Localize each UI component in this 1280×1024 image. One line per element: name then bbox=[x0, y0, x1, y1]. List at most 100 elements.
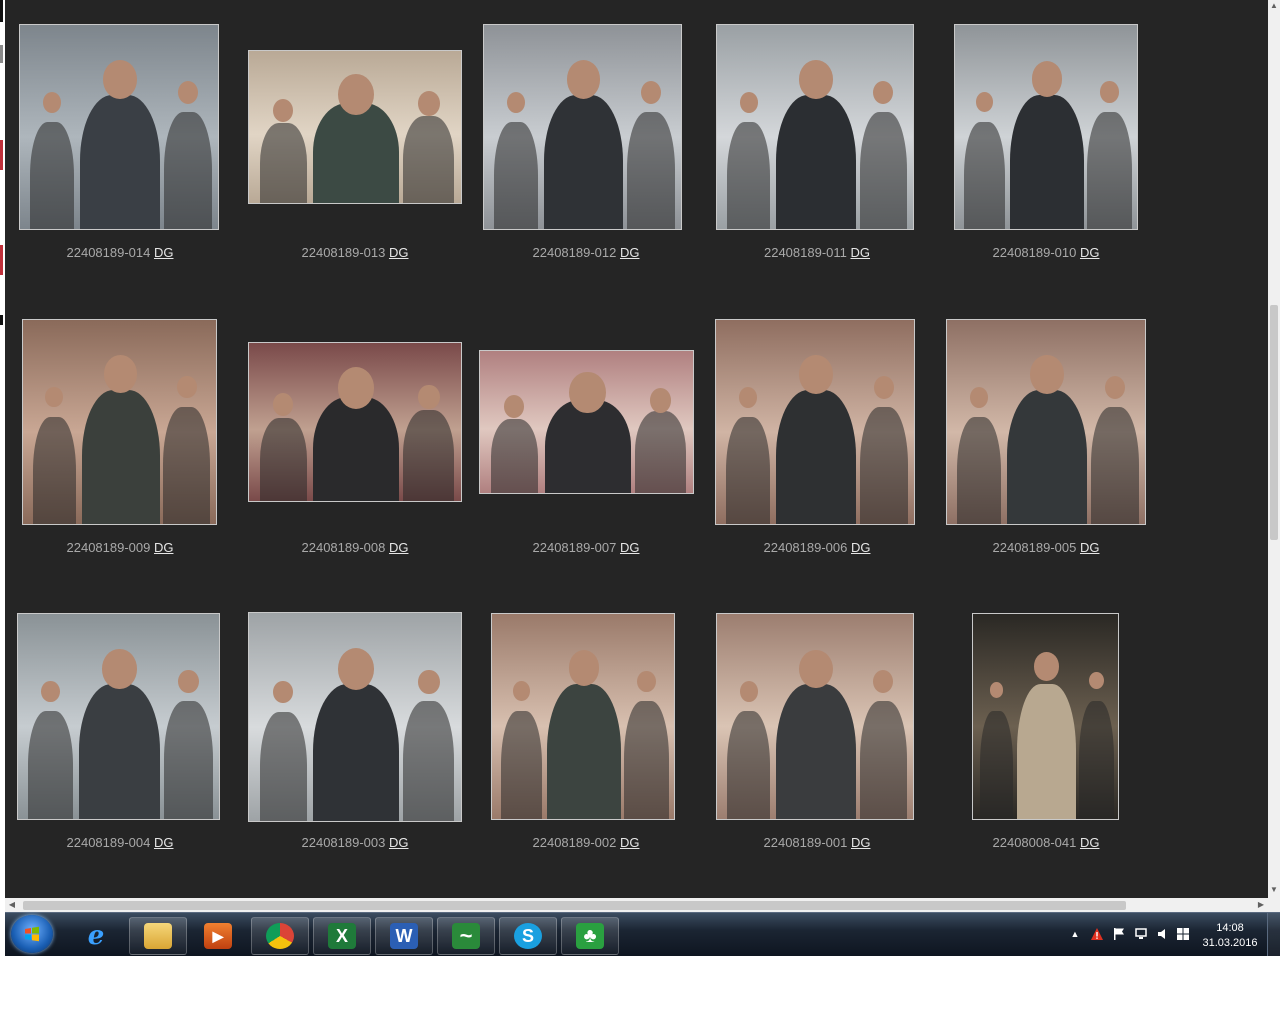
photo-thumbnail[interactable] bbox=[248, 612, 462, 822]
taskbar-button-internet-explorer[interactable]: e bbox=[67, 917, 125, 955]
photo-dg-link[interactable]: DG bbox=[154, 540, 174, 555]
photo-dg-link[interactable]: DG bbox=[154, 835, 174, 850]
taskbar-button-media-player[interactable]: ▶ bbox=[189, 917, 247, 955]
horizontal-scrollbar[interactable]: ◀ ▶ bbox=[5, 898, 1268, 912]
taskbar-button-excel[interactable]: X bbox=[313, 917, 371, 955]
photo-thumbnail[interactable] bbox=[17, 613, 220, 820]
photo-caption: 22408189-005 DG bbox=[930, 540, 1162, 555]
photo-figure-head bbox=[1104, 375, 1126, 399]
scroll-left-arrow-icon[interactable]: ◀ bbox=[5, 898, 19, 912]
photo-figure-head bbox=[177, 80, 199, 104]
photo-figure-head bbox=[42, 91, 62, 113]
photo-figure-head bbox=[1034, 652, 1059, 681]
photo-thumbnail[interactable] bbox=[22, 319, 217, 525]
photo-figure-head bbox=[41, 680, 60, 703]
show-hidden-icons-icon[interactable]: ▲ bbox=[1068, 927, 1082, 941]
photo-figure bbox=[1078, 700, 1115, 819]
photo-figure-head bbox=[641, 80, 662, 104]
photo-figure-head bbox=[273, 98, 294, 122]
photo-dg-link[interactable]: DG bbox=[389, 835, 409, 850]
photo-id: 22408189-013 bbox=[301, 245, 386, 260]
photo-thumbnail[interactable] bbox=[946, 319, 1146, 525]
photo-dg-link[interactable]: DG bbox=[389, 540, 409, 555]
photo-figure-head bbox=[45, 386, 64, 408]
photo-dg-link[interactable]: DG bbox=[620, 540, 640, 555]
taskbar-button-word[interactable]: W bbox=[375, 917, 433, 955]
action-center-warning-icon[interactable] bbox=[1090, 927, 1104, 941]
photo-id: 22408008-041 bbox=[992, 835, 1077, 850]
photo-thumbnail[interactable] bbox=[716, 24, 914, 230]
photo-thumbnail[interactable] bbox=[491, 613, 675, 820]
flag-icon[interactable] bbox=[1112, 927, 1126, 941]
photo-figure-head bbox=[799, 649, 833, 688]
photo-thumbnail[interactable] bbox=[972, 613, 1119, 820]
photo-figure-head bbox=[504, 395, 525, 419]
photo-dg-link[interactable]: DG bbox=[851, 835, 871, 850]
photo-figure-head bbox=[873, 670, 894, 694]
app-clover-icon: ♣ bbox=[576, 923, 604, 949]
photo-thumbnail[interactable] bbox=[483, 24, 682, 230]
photo-caption: 22408189-004 DG bbox=[5, 835, 236, 850]
photo-dg-link[interactable]: DG bbox=[851, 245, 871, 260]
photo-figure-head bbox=[649, 387, 672, 413]
photo-thumbnail[interactable] bbox=[248, 342, 462, 502]
photo-thumbnail[interactable] bbox=[716, 613, 914, 820]
taskbar-button-chrome[interactable] bbox=[251, 917, 309, 955]
photo-figure-head bbox=[1100, 81, 1119, 103]
vertical-scrollbar[interactable]: ▲ ▼ bbox=[1268, 0, 1280, 898]
show-desktop-button[interactable] bbox=[1267, 913, 1280, 956]
clock-date: 31.03.2016 bbox=[1202, 937, 1258, 949]
photo-caption: 22408189-007 DG bbox=[470, 540, 702, 555]
network-icon[interactable] bbox=[1134, 927, 1148, 941]
volume-icon[interactable] bbox=[1156, 927, 1170, 941]
photo-figure bbox=[501, 711, 542, 819]
internet-explorer-icon: e bbox=[87, 921, 105, 951]
photo-dg-link[interactable]: DG bbox=[1080, 245, 1100, 260]
taskbar-button-app-clover[interactable]: ♣ bbox=[561, 917, 619, 955]
scroll-right-arrow-icon[interactable]: ▶ bbox=[1254, 898, 1268, 912]
photo-dg-link[interactable]: DG bbox=[1080, 540, 1100, 555]
photo-thumbnail[interactable] bbox=[479, 350, 694, 494]
photo-figure bbox=[30, 121, 74, 229]
taskbar-button-app-tilde[interactable]: ~ bbox=[437, 917, 495, 955]
photo-figure bbox=[543, 95, 624, 229]
scroll-down-arrow-icon[interactable]: ▼ bbox=[1268, 884, 1280, 896]
photo-thumbnail[interactable] bbox=[248, 50, 462, 204]
photo-id: 22408189-007 bbox=[532, 540, 617, 555]
photo-figure-head bbox=[104, 355, 137, 394]
file-explorer-icon bbox=[144, 923, 172, 949]
photo-dg-link[interactable]: DG bbox=[620, 835, 640, 850]
taskbar-button-skype[interactable]: S bbox=[499, 917, 557, 955]
photo-figure bbox=[1010, 95, 1084, 229]
photo-thumbnail[interactable] bbox=[715, 319, 915, 525]
photo-dg-link[interactable]: DG bbox=[389, 245, 409, 260]
photo-dg-link[interactable]: DG bbox=[620, 245, 640, 260]
photo-figure-head bbox=[338, 367, 374, 409]
windows-logo-icon[interactable] bbox=[1176, 927, 1190, 941]
photo-thumbnail[interactable] bbox=[19, 24, 219, 230]
photo-figure-head bbox=[637, 670, 656, 692]
photo-id: 22408189-008 bbox=[301, 540, 386, 555]
photo-figure bbox=[980, 711, 1013, 819]
photo-figure-head bbox=[975, 91, 993, 112]
taskbar-button-file-explorer[interactable] bbox=[129, 917, 187, 955]
scroll-up-arrow-icon[interactable]: ▲ bbox=[1268, 0, 1280, 12]
photo-dg-link[interactable]: DG bbox=[154, 245, 174, 260]
photo-thumbnail[interactable] bbox=[954, 24, 1138, 230]
photo-dg-link[interactable]: DG bbox=[1080, 835, 1100, 850]
photo-figure bbox=[1087, 111, 1132, 229]
photo-dg-link[interactable]: DG bbox=[851, 540, 871, 555]
photo-figure bbox=[1017, 684, 1076, 819]
photo-figure-head bbox=[1031, 61, 1063, 97]
photo-figure bbox=[1007, 390, 1087, 524]
photo-figure bbox=[259, 418, 307, 501]
photo-caption: 22408189-011 DG bbox=[701, 245, 933, 260]
photo-figure bbox=[547, 684, 621, 819]
vertical-scroll-thumb[interactable] bbox=[1270, 305, 1278, 540]
photo-figure bbox=[776, 390, 856, 524]
start-button[interactable] bbox=[11, 915, 53, 953]
photo-figure bbox=[80, 95, 160, 229]
photo-figure bbox=[259, 711, 307, 821]
horizontal-scroll-thumb[interactable] bbox=[23, 901, 1126, 910]
clock[interactable]: 14:08 31.03.2016 bbox=[1198, 921, 1262, 951]
